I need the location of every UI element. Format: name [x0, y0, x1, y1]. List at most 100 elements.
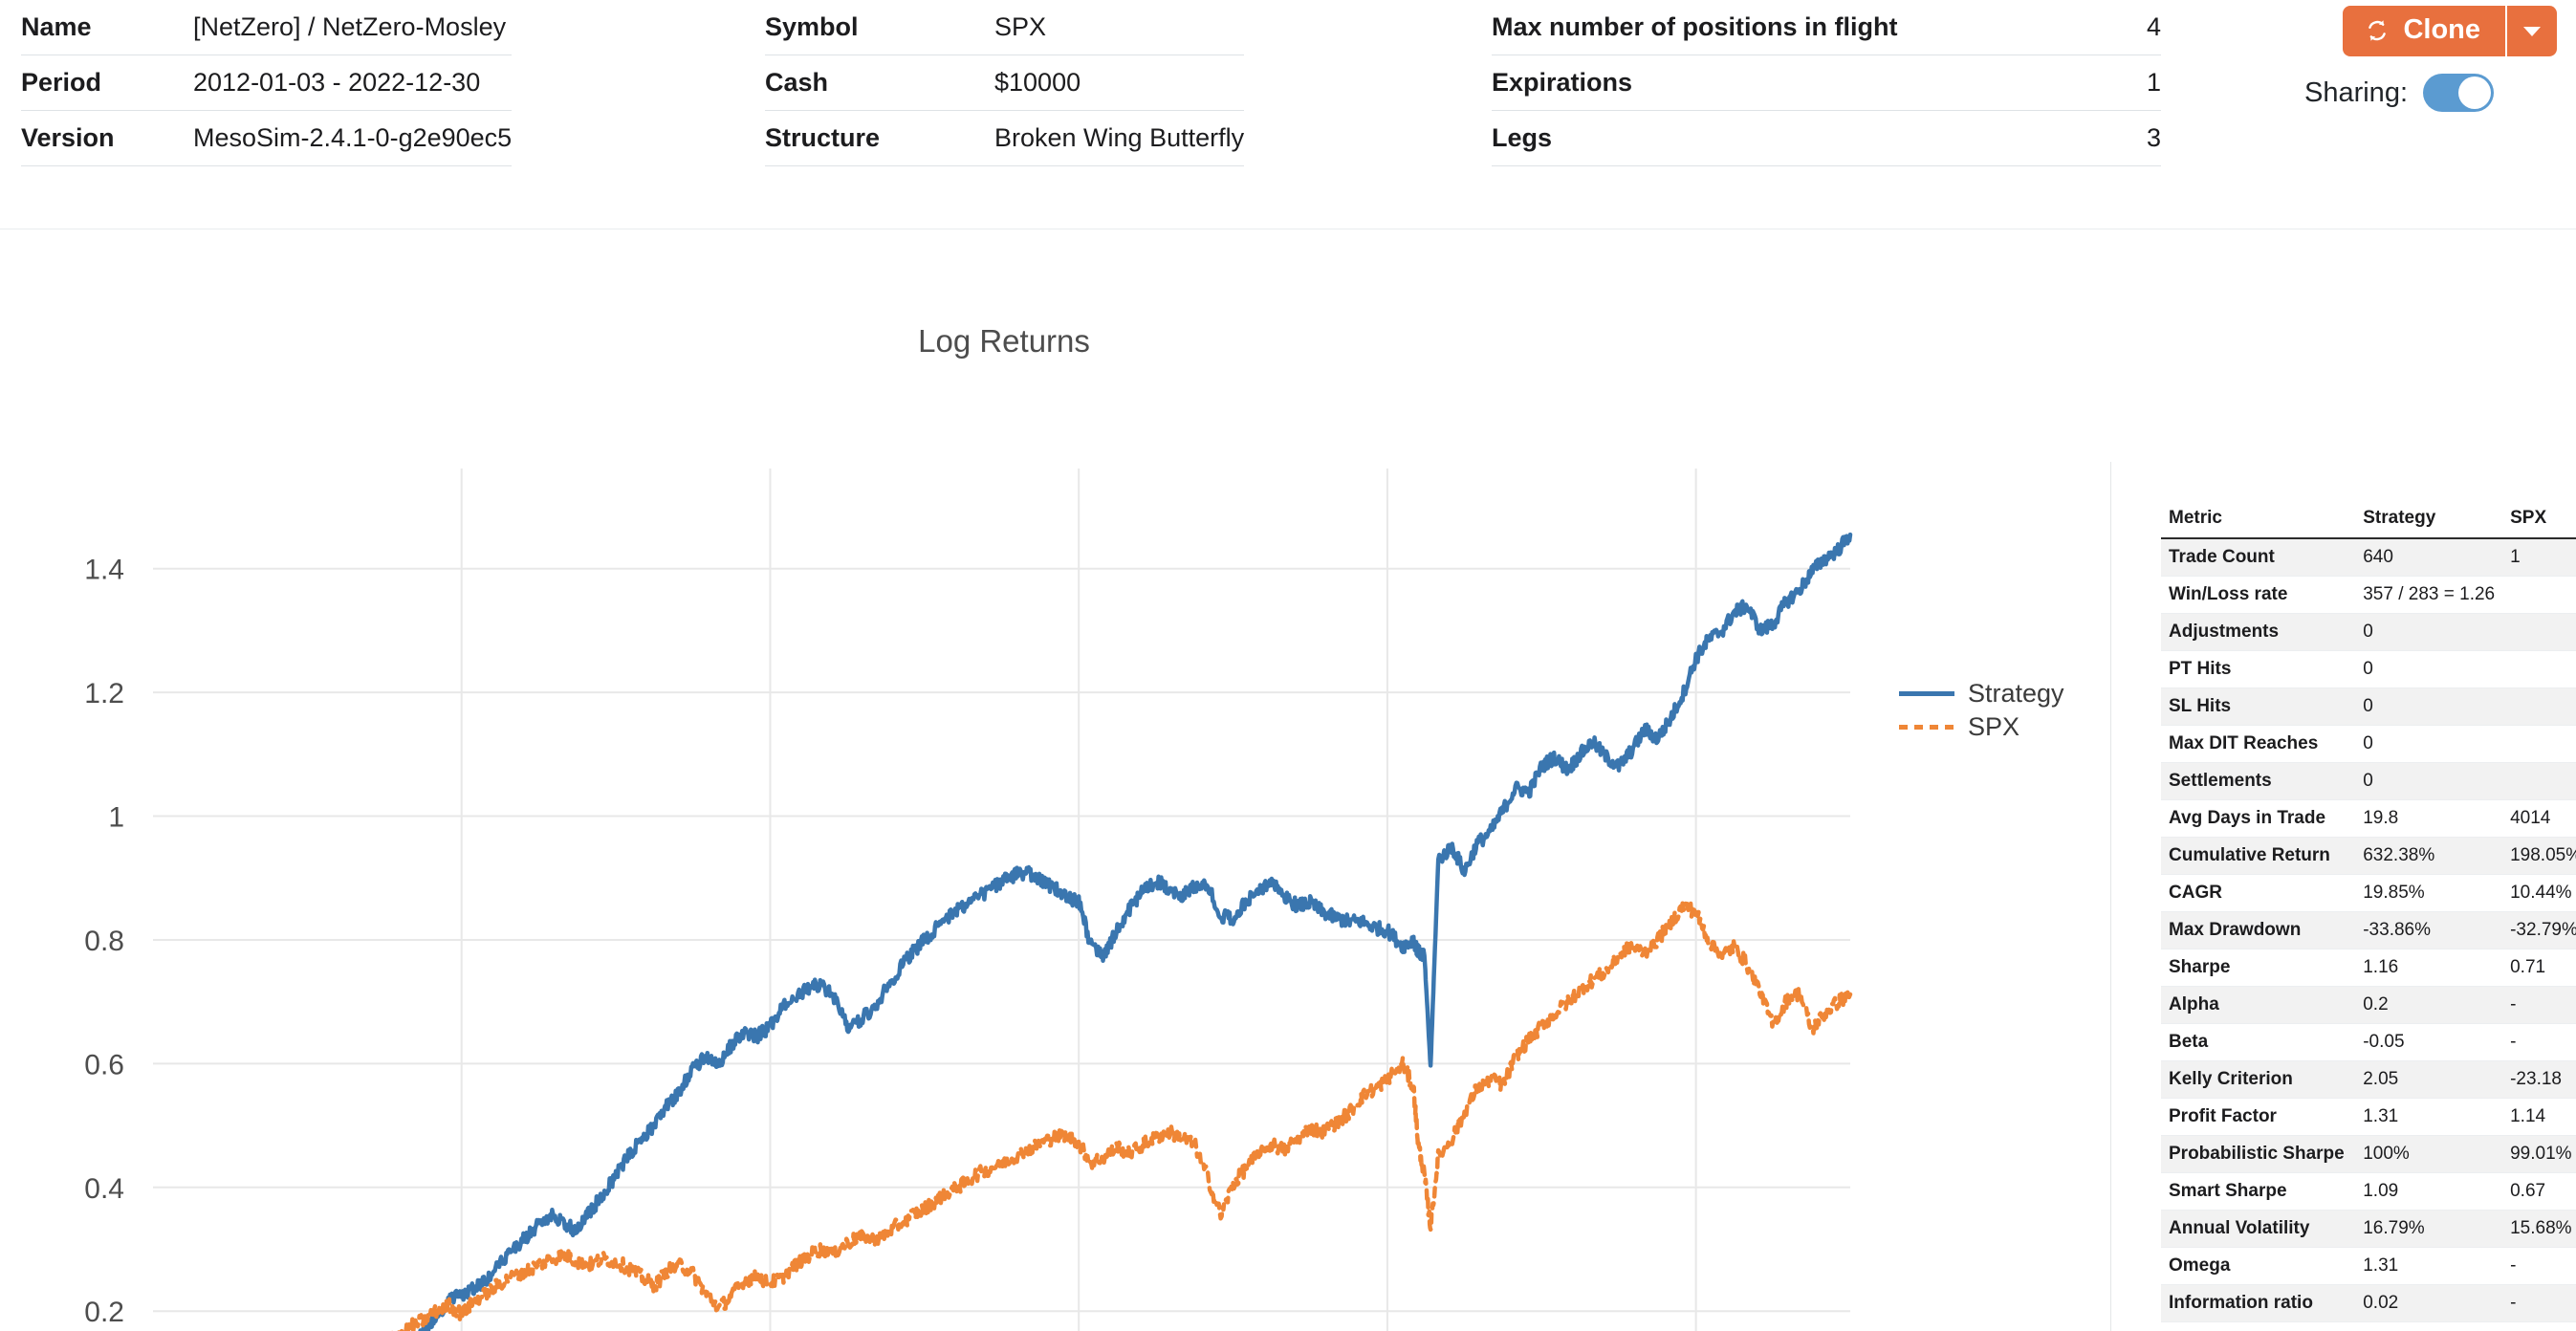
report-body: Log Returns 00.20.40.60.811.21.420142016…: [0, 229, 2576, 1331]
metrics-row: Trade Count 640 1: [2161, 538, 2576, 577]
legend-swatch-strategy: [1899, 691, 1954, 696]
strategy-value-cell: 16.79%: [2355, 1210, 2503, 1248]
metrics-row: Cumulative Return 632.38% 198.05%: [2161, 837, 2576, 875]
metrics-row: Smart Sharpe 1.09 0.67: [2161, 1172, 2576, 1211]
value-expirations: 1: [2027, 55, 2161, 111]
legend-label-strategy: Strategy: [1968, 679, 2064, 708]
legend-item-spx: SPX: [1899, 710, 2064, 744]
metrics-row: Avg Days in Trade 19.8 4014: [2161, 799, 2576, 838]
value-symbol: SPX: [994, 0, 1245, 55]
strategy-value-cell: 1.31: [2355, 1247, 2503, 1285]
summary-header: Name [NetZero] / NetZero-Mosley Period 2…: [0, 0, 2576, 229]
svg-text:1.4: 1.4: [84, 555, 124, 586]
metrics-table-body: Trade Count 640 1 Win/Loss rate 357 / 283 = …: [2161, 538, 2576, 1331]
sharing-toggle[interactable]: [2423, 74, 2494, 112]
info-column-positions: Max number of positions in flight 4 Expi…: [1492, 0, 2161, 166]
metrics-row: SL Hits 0: [2161, 687, 2576, 726]
svg-text:0.2: 0.2: [84, 1297, 124, 1328]
strategy-value-cell: 0: [2355, 725, 2503, 763]
spx-value-cell: 0.67: [2502, 1172, 2576, 1211]
label-symbol: Symbol: [765, 0, 994, 55]
spx-value-cell: -32.79%: [2502, 911, 2576, 949]
metric-name-cell: Sharpe: [2161, 949, 2356, 987]
metric-name-cell: Max DIT Reaches: [2161, 725, 2356, 763]
metric-name-cell: Max Drawdown: [2161, 911, 2356, 949]
spx-value-cell: [2502, 576, 2576, 614]
strategy-value-cell: 1.16: [2355, 949, 2503, 987]
metrics-table: Metric Strategy SPX Trade Count 640 1 Win/L…: [2161, 502, 2576, 1331]
spx-value-cell: -: [2502, 1247, 2576, 1285]
metrics-row: Adjustments 0: [2161, 613, 2576, 651]
refresh-cycle-icon: [2369, 19, 2387, 41]
metric-name-cell: Annual Volatility: [2161, 1210, 2356, 1248]
metric-name-cell: Win/Loss rate: [2161, 576, 2356, 614]
metrics-row: Settlements 0: [2161, 762, 2576, 800]
strategy-value-cell: 357 / 283 = 1.26: [2355, 576, 2503, 614]
svg-text:0.8: 0.8: [84, 926, 124, 957]
metric-name-cell: Kelly Criterion: [2161, 1060, 2356, 1099]
metric-name-cell: Cumulative Return: [2161, 837, 2356, 875]
spx-value-cell: 10.44%: [2502, 874, 2576, 912]
spx-value-cell: [2502, 613, 2576, 651]
info-column-general: Name [NetZero] / NetZero-Mosley Period 2…: [21, 0, 709, 166]
label-period: Period: [21, 55, 193, 111]
info-row-name: Name [NetZero] / NetZero-Mosley: [21, 0, 513, 55]
metrics-row: Sharpe 1.16 0.71: [2161, 949, 2576, 987]
log-returns-chart-panel: Log Returns 00.20.40.60.811.21.420142016…: [0, 229, 2110, 1331]
spx-value-cell: [2502, 687, 2576, 726]
header-actions: Clone Sharing:: [2174, 6, 2557, 112]
sharing-control: Sharing:: [2304, 74, 2557, 112]
legend-item-strategy: Strategy: [1899, 677, 2064, 710]
spx-value-cell: 1.14: [2502, 1098, 2576, 1136]
metrics-row: PT Hits 0: [2161, 650, 2576, 688]
strategy-value-cell: 1.09: [2355, 1172, 2503, 1211]
strategy-value-cell: -0.05: [2355, 1023, 2503, 1061]
metric-name-cell: PT Hits: [2161, 650, 2356, 688]
metric-name-cell: Alpha: [2161, 986, 2356, 1024]
info-row-version: Version MesoSim-2.4.1-0-g2e90ec5: [21, 110, 513, 166]
strategy-value-cell: 19.8: [2355, 799, 2503, 838]
strategy-value-cell: 632.38%: [2355, 837, 2503, 875]
metric-name-cell: Avg Drawdown: [2161, 1321, 2356, 1331]
metric-name-cell: Probabilistic Sharpe: [2161, 1135, 2356, 1173]
col-header-metric: Metric: [2161, 502, 2356, 539]
strategy-value-cell: 0: [2355, 687, 2503, 726]
legend-label-spx: SPX: [1968, 712, 2020, 741]
info-column-instrument: Symbol SPX Cash $10000 Structure Broken …: [765, 0, 1453, 166]
strategy-value-cell: 640: [2355, 538, 2503, 577]
info-row-max-positions: Max number of positions in flight 4: [1492, 0, 2161, 55]
strategy-value-cell: -1.96%: [2355, 1321, 2503, 1331]
metrics-row: CAGR 19.85% 10.44%: [2161, 874, 2576, 912]
svg-text:1.2: 1.2: [84, 678, 124, 709]
metrics-row: Kelly Criterion 2.05 -23.18: [2161, 1060, 2576, 1099]
clone-button-group: Clone: [2343, 6, 2557, 56]
value-version: MesoSim-2.4.1-0-g2e90ec5: [193, 110, 513, 166]
metrics-table-head: Metric Strategy SPX: [2161, 502, 2576, 539]
spx-value-cell: -: [2502, 1023, 2576, 1061]
info-row-period: Period 2012-01-03 - 2022-12-30: [21, 55, 513, 111]
label-version: Version: [21, 110, 193, 166]
svg-text:1: 1: [108, 802, 124, 834]
clone-button[interactable]: Clone: [2343, 6, 2505, 56]
info-row-legs: Legs 3: [1492, 110, 2161, 166]
svg-text:0.4: 0.4: [84, 1173, 124, 1205]
info-row-cash: Cash $10000: [765, 55, 1245, 111]
clone-dropdown-button[interactable]: [2505, 6, 2557, 56]
col-header-strategy: Strategy: [2355, 502, 2503, 539]
col-header-spx: SPX: [2502, 502, 2576, 539]
chart-legend: Strategy SPX: [1899, 677, 2064, 744]
spx-value-cell: -23.18: [2502, 1060, 2576, 1099]
metric-name-cell: Adjustments: [2161, 613, 2356, 651]
clone-button-label: Clone: [2403, 14, 2480, 45]
spx-value-cell: 99.01%: [2502, 1135, 2576, 1173]
spx-value-cell: 15.68%: [2502, 1210, 2576, 1248]
label-legs: Legs: [1492, 110, 2027, 166]
spx-value-cell: 1: [2502, 538, 2576, 577]
strategy-value-cell: 19.85%: [2355, 874, 2503, 912]
value-period: 2012-01-03 - 2022-12-30: [193, 55, 513, 111]
strategy-value-cell: 100%: [2355, 1135, 2503, 1173]
svg-text:0.6: 0.6: [84, 1049, 124, 1080]
metric-name-cell: Beta: [2161, 1023, 2356, 1061]
strategy-value-cell: 0: [2355, 613, 2503, 651]
spx-value-cell: 0.71: [2502, 949, 2576, 987]
